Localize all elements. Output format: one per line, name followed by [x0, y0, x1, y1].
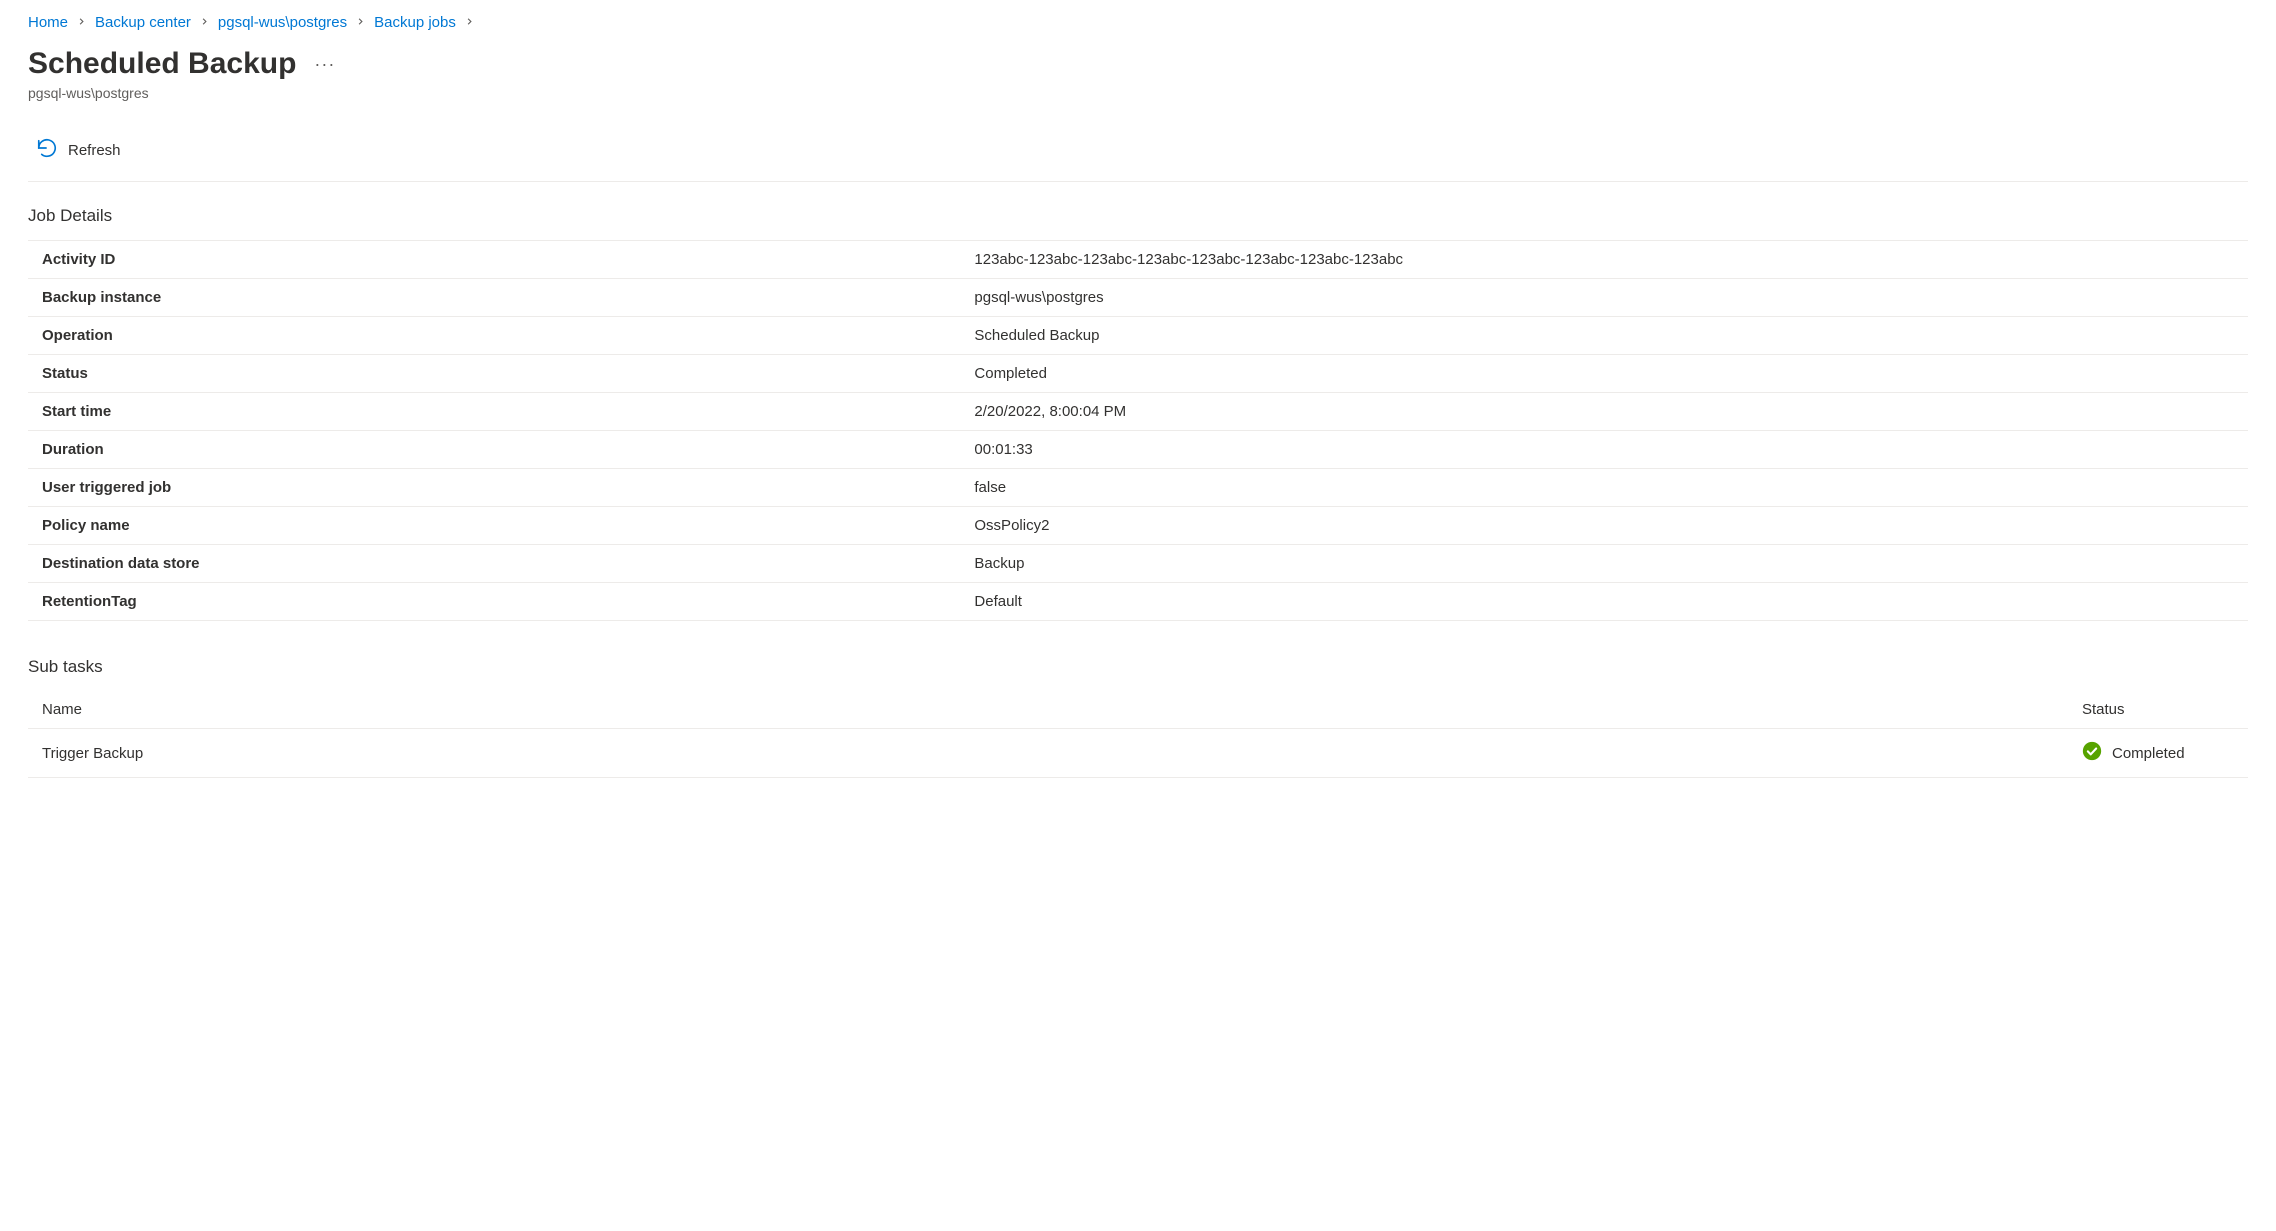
detail-label: RetentionTag [28, 583, 960, 621]
check-circle-icon [2082, 741, 2102, 765]
detail-row-destination-store: Destination data store Backup [28, 545, 2248, 583]
title-row: Scheduled Backup ··· [28, 47, 2248, 81]
detail-label: Duration [28, 431, 960, 469]
detail-row-policy-name: Policy name OssPolicy2 [28, 507, 2248, 545]
detail-row-duration: Duration 00:01:33 [28, 431, 2248, 469]
subtask-status-text: Completed [2112, 745, 2185, 762]
detail-label: Policy name [28, 507, 960, 545]
detail-label: Activity ID [28, 241, 960, 279]
toolbar: Refresh [28, 125, 2248, 182]
detail-value: Default [960, 583, 2248, 621]
refresh-button[interactable]: Refresh [34, 133, 123, 167]
page-title: Scheduled Backup [28, 47, 296, 81]
job-details-header: Job Details [28, 206, 2248, 226]
detail-value: pgsql-wus\postgres [960, 279, 2248, 317]
column-status: Status [2068, 691, 2248, 729]
detail-value: Backup [960, 545, 2248, 583]
subtasks-header-row: Name Status [28, 691, 2248, 729]
job-details-table: Activity ID 123abc-123abc-123abc-123abc-… [28, 240, 2248, 621]
detail-value: false [960, 469, 2248, 507]
subtask-status-cell: Completed [2068, 729, 2248, 778]
breadcrumb-instance[interactable]: pgsql-wus\postgres [218, 14, 347, 31]
detail-label: Operation [28, 317, 960, 355]
detail-label: Backup instance [28, 279, 960, 317]
detail-label: Start time [28, 393, 960, 431]
subtask-row: Trigger Backup Completed [28, 729, 2248, 778]
breadcrumb-backup-center[interactable]: Backup center [95, 14, 191, 31]
detail-value: Completed [960, 355, 2248, 393]
detail-row-activity-id: Activity ID 123abc-123abc-123abc-123abc-… [28, 241, 2248, 279]
breadcrumb-backup-jobs[interactable]: Backup jobs [374, 14, 456, 31]
column-name: Name [28, 691, 2068, 729]
chevron-right-icon [355, 15, 366, 30]
breadcrumb-home[interactable]: Home [28, 14, 68, 31]
detail-value: 2/20/2022, 8:00:04 PM [960, 393, 2248, 431]
detail-value: 123abc-123abc-123abc-123abc-123abc-123ab… [960, 241, 2248, 279]
detail-label: Status [28, 355, 960, 393]
subtasks-table: Name Status Trigger Backup Completed [28, 691, 2248, 778]
chevron-right-icon [76, 15, 87, 30]
chevron-right-icon [464, 15, 475, 30]
detail-value: OssPolicy2 [960, 507, 2248, 545]
detail-row-start-time: Start time 2/20/2022, 8:00:04 PM [28, 393, 2248, 431]
detail-row-retention-tag: RetentionTag Default [28, 583, 2248, 621]
refresh-label: Refresh [68, 142, 121, 159]
breadcrumb: Home Backup center pgsql-wus\postgres Ba… [28, 14, 2248, 31]
refresh-icon [36, 137, 58, 163]
more-actions-button[interactable]: ··· [314, 54, 335, 75]
chevron-right-icon [199, 15, 210, 30]
detail-label: User triggered job [28, 469, 960, 507]
detail-row-backup-instance: Backup instance pgsql-wus\postgres [28, 279, 2248, 317]
page-subtitle: pgsql-wus\postgres [28, 85, 2248, 101]
subtasks-header: Sub tasks [28, 657, 2248, 677]
detail-row-user-triggered: User triggered job false [28, 469, 2248, 507]
subtask-name: Trigger Backup [28, 729, 2068, 778]
detail-value: 00:01:33 [960, 431, 2248, 469]
detail-row-operation: Operation Scheduled Backup [28, 317, 2248, 355]
detail-label: Destination data store [28, 545, 960, 583]
detail-value: Scheduled Backup [960, 317, 2248, 355]
detail-row-status: Status Completed [28, 355, 2248, 393]
